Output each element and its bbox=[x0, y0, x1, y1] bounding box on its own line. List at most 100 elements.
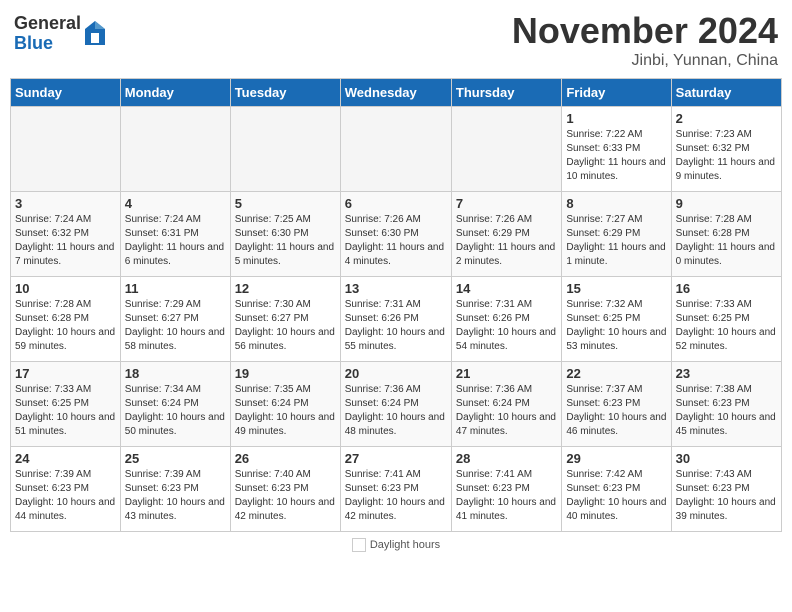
day-number: 23 bbox=[676, 366, 777, 381]
day-number: 28 bbox=[456, 451, 557, 466]
day-number: 25 bbox=[125, 451, 226, 466]
day-info: Sunrise: 7:33 AM Sunset: 6:25 PM Dayligh… bbox=[676, 298, 777, 354]
day-number: 15 bbox=[566, 281, 666, 296]
day-info: Sunrise: 7:24 AM Sunset: 6:31 PM Dayligh… bbox=[125, 213, 226, 269]
day-number: 8 bbox=[566, 196, 666, 211]
calendar-cell: 9Sunrise: 7:28 AM Sunset: 6:28 PM Daylig… bbox=[671, 192, 781, 277]
day-info: Sunrise: 7:39 AM Sunset: 6:23 PM Dayligh… bbox=[15, 468, 116, 524]
day-info: Sunrise: 7:37 AM Sunset: 6:23 PM Dayligh… bbox=[566, 383, 666, 439]
calendar-cell: 13Sunrise: 7:31 AM Sunset: 6:26 PM Dayli… bbox=[340, 277, 451, 362]
calendar-cell: 6 Sunrise: 7:26 AM Sunset: 6:30 PM Daylig… bbox=[340, 192, 451, 277]
day-number: 19 bbox=[235, 366, 336, 381]
week-row-5: 24 Sunrise: 7:39 AM Sunset: 6:23 PM Dayli… bbox=[11, 447, 782, 532]
day-number: 14 bbox=[456, 281, 557, 296]
day-info: Sunrise: 7:22 AM Sunset: 6:33 PM Dayligh… bbox=[566, 128, 666, 184]
calendar-cell bbox=[340, 107, 451, 192]
day-number: 30 bbox=[676, 451, 777, 466]
calendar-cell: 23 Sunrise: 7:38 AM Sunset: 6:23 PM Dayli… bbox=[671, 362, 781, 447]
calendar-cell: 4 Sunrise: 7:24 AM Sunset: 6:31 PM Daylig… bbox=[120, 192, 230, 277]
day-number: 16 bbox=[676, 281, 777, 296]
day-info: Sunrise: 7:27 AM Sunset: 6:29 PM Dayligh… bbox=[566, 213, 666, 269]
day-info: Sunrise: 7:28 AM Sunset: 6:28 PM Dayligh… bbox=[15, 298, 116, 354]
day-number: 13 bbox=[345, 281, 447, 296]
calendar-cell: 18Sunrise: 7:34 AM Sunset: 6:24 PM Dayli… bbox=[120, 362, 230, 447]
calendar-cell: 15 Sunrise: 7:32 AM Sunset: 6:25 PM Dayli… bbox=[562, 277, 671, 362]
day-info: Sunrise: 7:42 AM Sunset: 6:23 PM Dayligh… bbox=[566, 468, 666, 524]
day-info: Sunrise: 7:38 AM Sunset: 6:23 PM Dayligh… bbox=[676, 383, 777, 439]
column-header-friday: Friday bbox=[562, 79, 671, 107]
location: Jinbi, Yunnan, China bbox=[512, 52, 778, 70]
calendar-cell: 12 Sunrise: 7:30 AM Sunset: 6:27 PM Dayli… bbox=[230, 277, 340, 362]
calendar-cell: 7Sunrise: 7:26 AM Sunset: 6:29 PM Daylig… bbox=[451, 192, 561, 277]
calendar-cell: 28 Sunrise: 7:41 AM Sunset: 6:23 PM Dayli… bbox=[451, 447, 561, 532]
day-info: Sunrise: 7:43 AM Sunset: 6:23 PM Dayligh… bbox=[676, 468, 777, 524]
day-info: Sunrise: 7:24 AM Sunset: 6:32 PM Dayligh… bbox=[15, 213, 116, 269]
day-number: 22 bbox=[566, 366, 666, 381]
calendar-cell: 8 Sunrise: 7:27 AM Sunset: 6:29 PM Daylig… bbox=[562, 192, 671, 277]
day-info: Sunrise: 7:28 AM Sunset: 6:28 PM Dayligh… bbox=[676, 213, 777, 269]
column-header-thursday: Thursday bbox=[451, 79, 561, 107]
day-info: Sunrise: 7:31 AM Sunset: 6:26 PM Dayligh… bbox=[456, 298, 557, 354]
day-number: 29 bbox=[566, 451, 666, 466]
day-number: 11 bbox=[125, 281, 226, 296]
calendar-header-row: SundayMondayTuesdayWednesdayThursdayFrid… bbox=[11, 79, 782, 107]
column-header-monday: Monday bbox=[120, 79, 230, 107]
calendar-cell: 21 Sunrise: 7:36 AM Sunset: 6:24 PM Dayli… bbox=[451, 362, 561, 447]
calendar-cell: 3Sunrise: 7:24 AM Sunset: 6:32 PM Daylig… bbox=[11, 192, 121, 277]
calendar-cell: 25 Sunrise: 7:39 AM Sunset: 6:23 PM Dayli… bbox=[120, 447, 230, 532]
logo-text: General Blue bbox=[14, 14, 81, 54]
day-info: Sunrise: 7:30 AM Sunset: 6:27 PM Dayligh… bbox=[235, 298, 336, 354]
page-header: General Blue November 2024 Jinbi, Yunnan… bbox=[10, 10, 782, 70]
day-number: 4 bbox=[125, 196, 226, 211]
day-info: Sunrise: 7:26 AM Sunset: 6:29 PM Dayligh… bbox=[456, 213, 557, 269]
calendar-cell: 5 Sunrise: 7:25 AM Sunset: 6:30 PM Daylig… bbox=[230, 192, 340, 277]
legend-daylight: Daylight hours bbox=[352, 538, 440, 552]
calendar-table: SundayMondayTuesdayWednesdayThursdayFrid… bbox=[10, 78, 782, 532]
calendar-cell: 1 Sunrise: 7:22 AM Sunset: 6:33 PM Daylig… bbox=[562, 107, 671, 192]
day-number: 21 bbox=[456, 366, 557, 381]
month-title: November 2024 bbox=[512, 10, 778, 52]
logo-blue: Blue bbox=[14, 34, 81, 54]
column-header-saturday: Saturday bbox=[671, 79, 781, 107]
day-info: Sunrise: 7:23 AM Sunset: 6:32 PM Dayligh… bbox=[676, 128, 777, 184]
day-number: 10 bbox=[15, 281, 116, 296]
day-info: Sunrise: 7:36 AM Sunset: 6:24 PM Dayligh… bbox=[456, 383, 557, 439]
legend-daylight-label: Daylight hours bbox=[370, 539, 440, 551]
week-row-1: 1 Sunrise: 7:22 AM Sunset: 6:33 PM Daylig… bbox=[11, 107, 782, 192]
calendar-cell: 19Sunrise: 7:35 AM Sunset: 6:24 PM Dayli… bbox=[230, 362, 340, 447]
day-number: 2 bbox=[676, 111, 777, 126]
logo-general: General bbox=[14, 14, 81, 34]
week-row-2: 3Sunrise: 7:24 AM Sunset: 6:32 PM Daylig… bbox=[11, 192, 782, 277]
calendar-cell: 24 Sunrise: 7:39 AM Sunset: 6:23 PM Dayli… bbox=[11, 447, 121, 532]
day-info: Sunrise: 7:39 AM Sunset: 6:23 PM Dayligh… bbox=[125, 468, 226, 524]
calendar-footer: Daylight hours bbox=[10, 538, 782, 552]
day-number: 26 bbox=[235, 451, 336, 466]
day-number: 24 bbox=[15, 451, 116, 466]
week-row-4: 17Sunrise: 7:33 AM Sunset: 6:25 PM Dayli… bbox=[11, 362, 782, 447]
day-number: 5 bbox=[235, 196, 336, 211]
calendar-cell: 11Sunrise: 7:29 AM Sunset: 6:27 PM Dayli… bbox=[120, 277, 230, 362]
day-info: Sunrise: 7:25 AM Sunset: 6:30 PM Dayligh… bbox=[235, 213, 336, 269]
day-number: 20 bbox=[345, 366, 447, 381]
calendar-cell bbox=[451, 107, 561, 192]
day-number: 18 bbox=[125, 366, 226, 381]
column-header-tuesday: Tuesday bbox=[230, 79, 340, 107]
day-number: 17 bbox=[15, 366, 116, 381]
logo-icon bbox=[83, 19, 107, 47]
calendar-cell: 2 Sunrise: 7:23 AM Sunset: 6:32 PM Daylig… bbox=[671, 107, 781, 192]
day-info: Sunrise: 7:36 AM Sunset: 6:24 PM Dayligh… bbox=[345, 383, 447, 439]
legend-daylight-box bbox=[352, 538, 366, 552]
calendar-cell: 27Sunrise: 7:41 AM Sunset: 6:23 PM Dayli… bbox=[340, 447, 451, 532]
day-number: 6 bbox=[345, 196, 447, 211]
day-info: Sunrise: 7:26 AM Sunset: 6:30 PM Dayligh… bbox=[345, 213, 447, 269]
day-number: 1 bbox=[566, 111, 666, 126]
day-info: Sunrise: 7:32 AM Sunset: 6:25 PM Dayligh… bbox=[566, 298, 666, 354]
day-number: 12 bbox=[235, 281, 336, 296]
calendar-cell: 30 Sunrise: 7:43 AM Sunset: 6:23 PM Dayli… bbox=[671, 447, 781, 532]
calendar-cell bbox=[230, 107, 340, 192]
calendar-cell bbox=[11, 107, 121, 192]
week-row-3: 10 Sunrise: 7:28 AM Sunset: 6:28 PM Dayli… bbox=[11, 277, 782, 362]
day-info: Sunrise: 7:41 AM Sunset: 6:23 PM Dayligh… bbox=[456, 468, 557, 524]
logo: General Blue bbox=[14, 14, 107, 54]
calendar-cell: 26Sunrise: 7:40 AM Sunset: 6:23 PM Dayli… bbox=[230, 447, 340, 532]
